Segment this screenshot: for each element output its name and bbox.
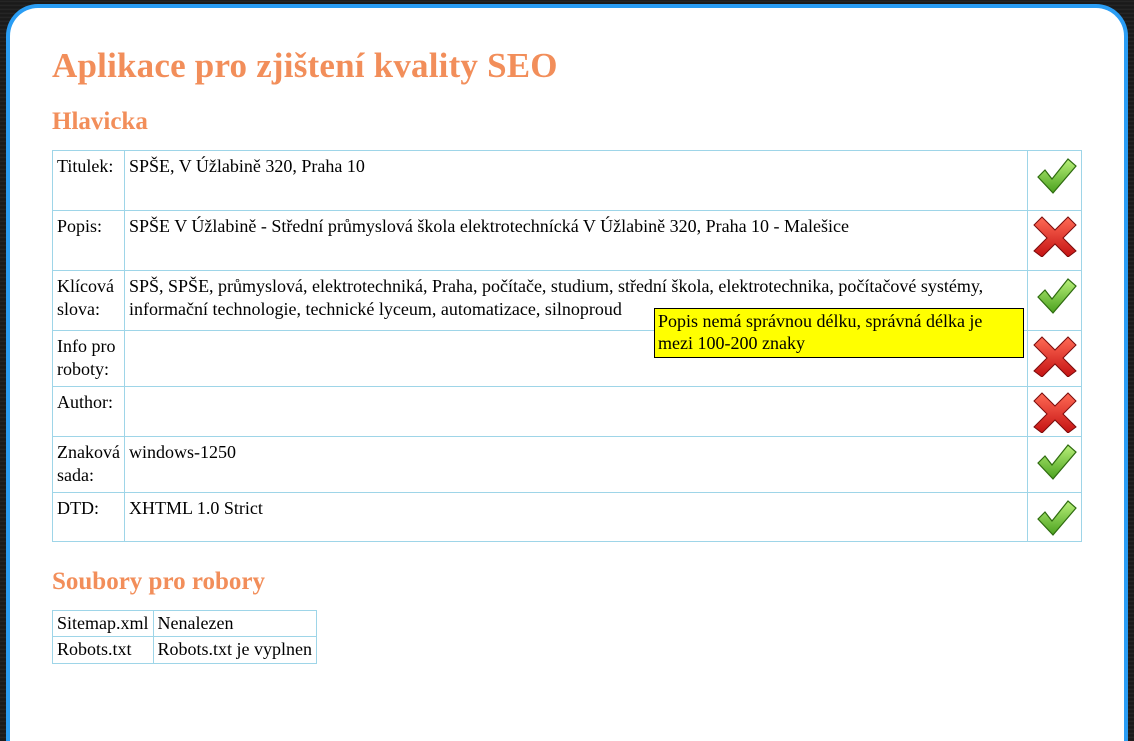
cell-label: Znaková sada: xyxy=(53,437,125,493)
cell-label: DTD: xyxy=(53,493,125,542)
checkmark-icon xyxy=(1032,273,1078,317)
cell-label: Author: xyxy=(53,387,125,437)
checkmark-icon xyxy=(1032,495,1078,539)
cell-label: Info pro roboty: xyxy=(53,331,125,387)
cell-label: Sitemap.xml xyxy=(53,611,154,637)
robots-table: Sitemap.xml Nenalezen Robots.txt Robots.… xyxy=(52,610,317,664)
cell-value: Robots.txt je vyplnen xyxy=(153,637,317,663)
cell-label: Popis: xyxy=(53,211,125,271)
cross-icon xyxy=(1032,333,1078,377)
cell-value: SPŠE V Úžlabině - Střední průmyslová ško… xyxy=(125,211,1028,271)
cell-status xyxy=(1028,331,1082,387)
section-title-robots: Soubory pro robory xyxy=(52,568,1082,596)
table-row: Sitemap.xml Nenalezen xyxy=(53,611,317,637)
cell-label: Robots.txt xyxy=(53,637,154,663)
cell-status xyxy=(1028,211,1082,271)
table-row: Popis: SPŠE V Úžlabině - Střední průmysl… xyxy=(53,211,1082,271)
table-row: Robots.txt Robots.txt je vyplnen xyxy=(53,637,317,663)
checkmark-icon xyxy=(1032,153,1078,197)
cell-value: SPŠE, V Úžlabině 320, Praha 10 xyxy=(125,151,1028,211)
checkmark-icon xyxy=(1032,439,1078,483)
table-row: Author: xyxy=(53,387,1082,437)
cell-value: XHTML 1.0 Strict xyxy=(125,493,1028,542)
cell-value: Nenalezen xyxy=(153,611,317,637)
validation-tooltip: Popis nemá správnou délku, správná délka… xyxy=(654,308,1024,358)
cell-label: Titulek: xyxy=(53,151,125,211)
table-row: Znaková sada: windows-1250 xyxy=(53,437,1082,493)
table-row: DTD: XHTML 1.0 Strict xyxy=(53,493,1082,542)
page-title: Aplikace pro zjištení kvality SEO xyxy=(52,46,1082,86)
cell-label: Klícová slova: xyxy=(53,271,125,331)
cell-status xyxy=(1028,271,1082,331)
cross-icon xyxy=(1032,389,1078,433)
cell-value xyxy=(125,387,1028,437)
cell-status xyxy=(1028,151,1082,211)
cross-icon xyxy=(1032,213,1078,257)
table-row: Titulek: SPŠE, V Úžlabině 320, Praha 10 xyxy=(53,151,1082,211)
cell-value: windows-1250 xyxy=(125,437,1028,493)
cell-status xyxy=(1028,437,1082,493)
content-panel: Aplikace pro zjištení kvality SEO Hlavic… xyxy=(6,4,1128,741)
cell-status xyxy=(1028,387,1082,437)
section-title-header: Hlavicka xyxy=(52,108,1082,136)
cell-status xyxy=(1028,493,1082,542)
